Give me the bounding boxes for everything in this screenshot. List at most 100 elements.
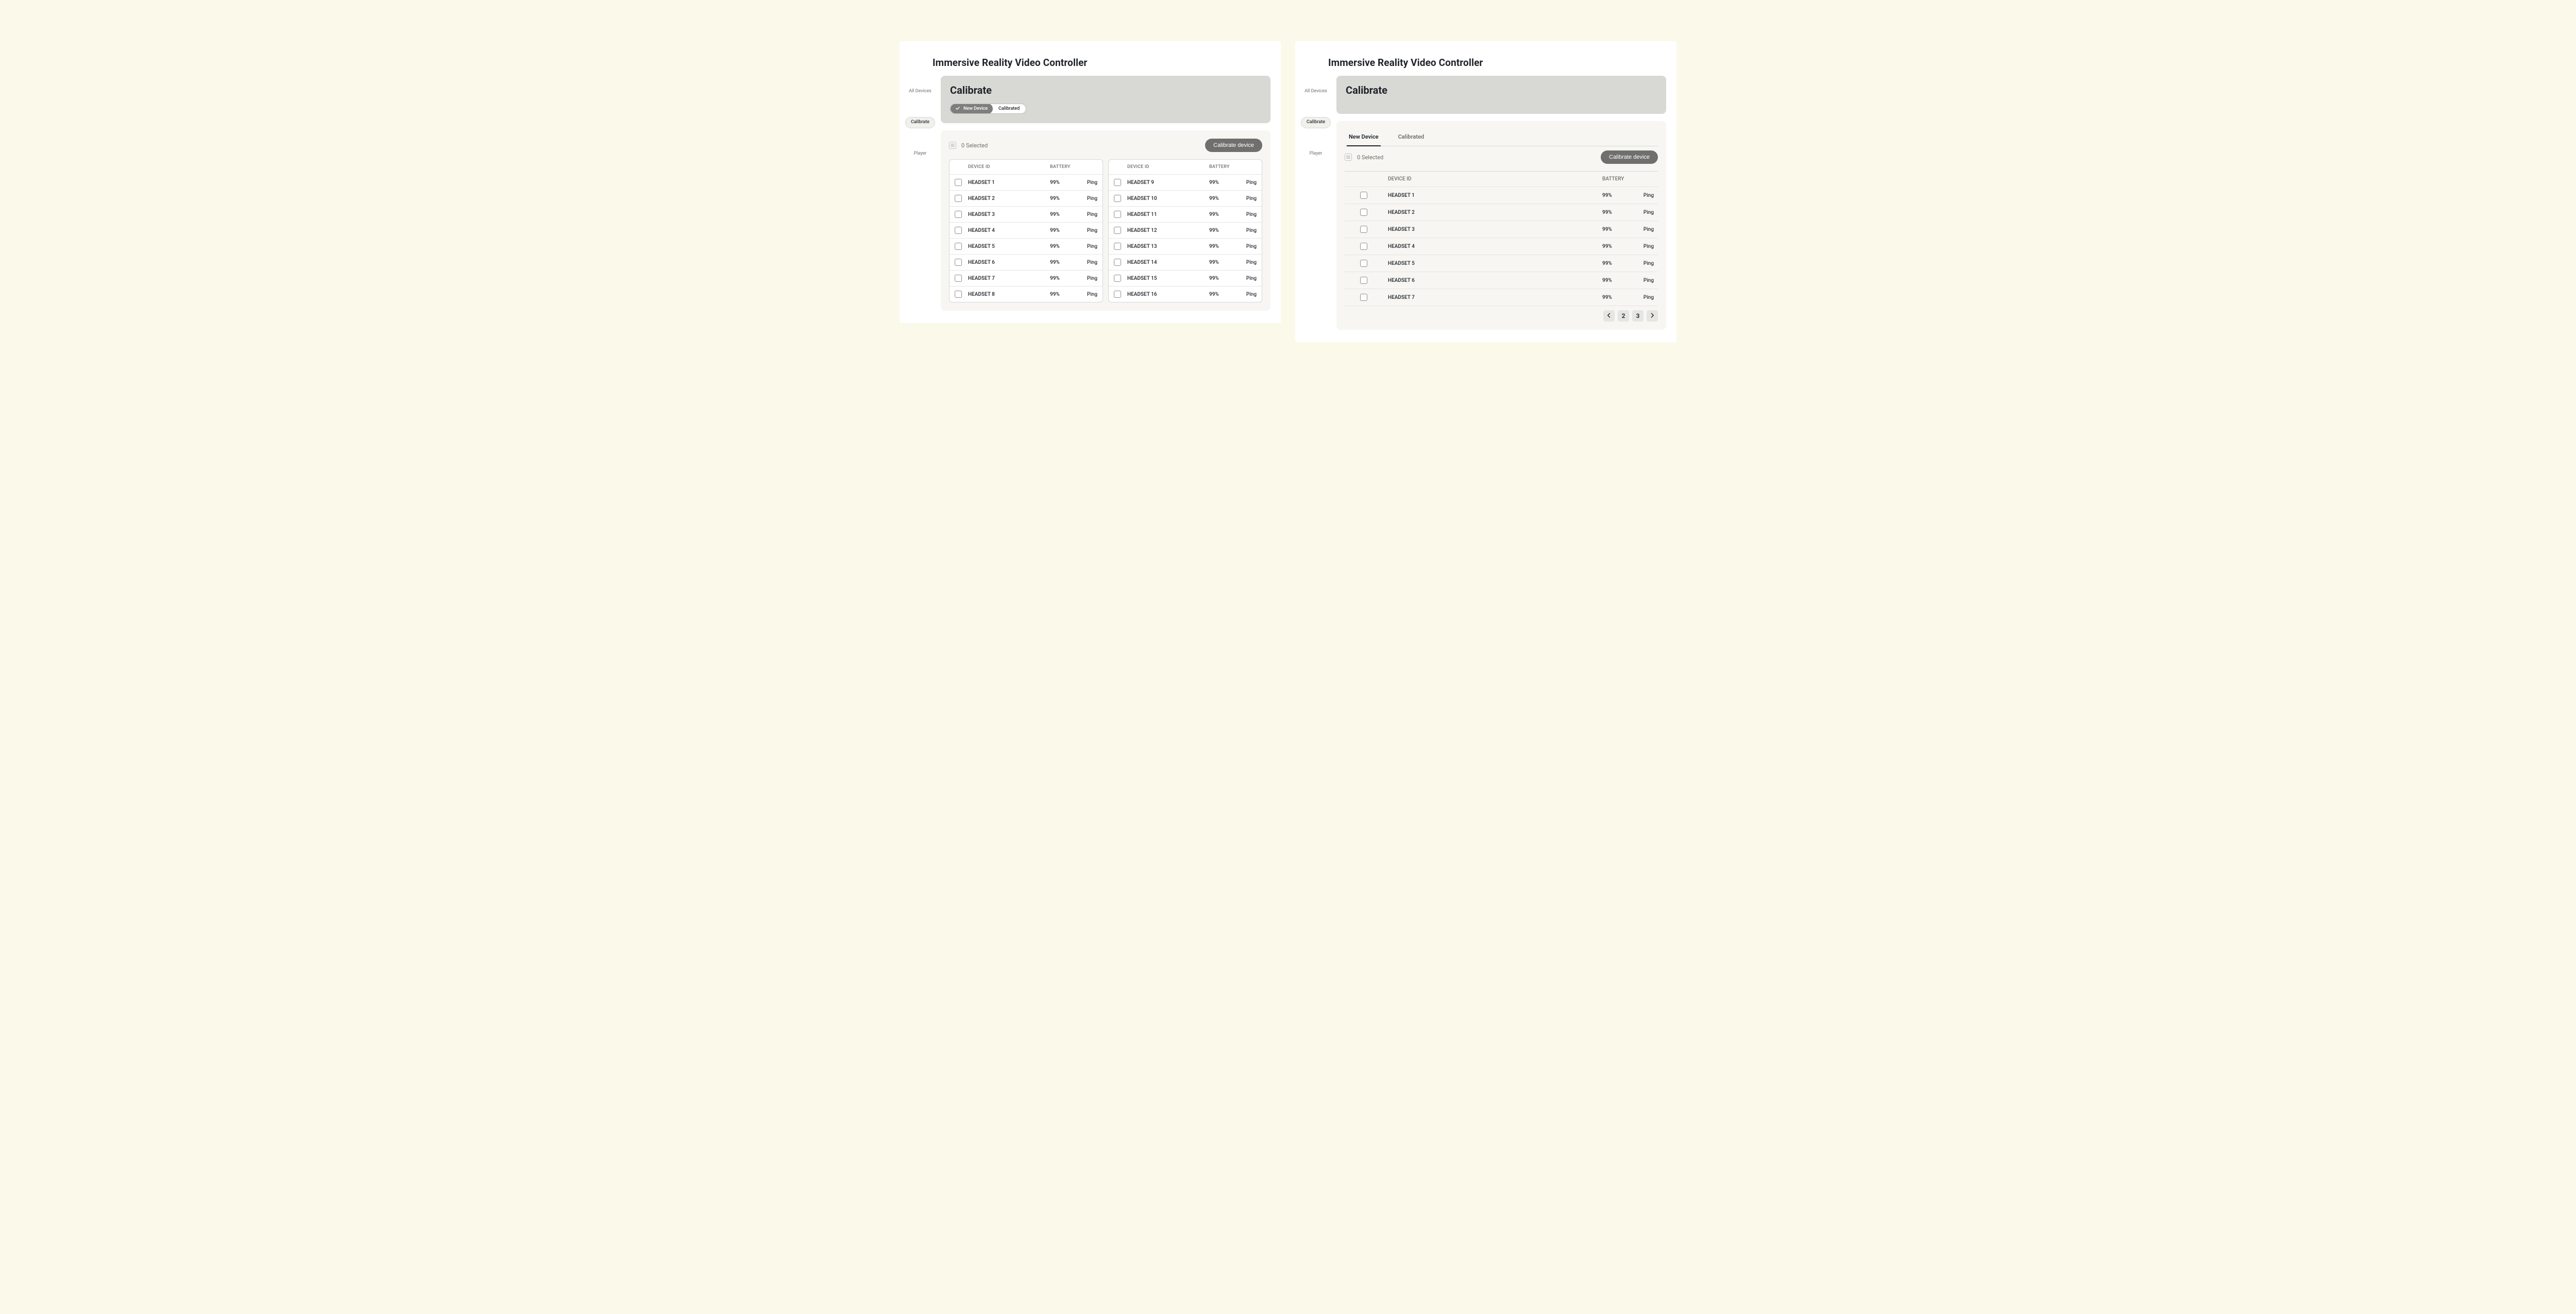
sidebar-item-player[interactable]: Player xyxy=(1310,151,1323,157)
ping-link[interactable]: Ping xyxy=(1236,228,1257,233)
seg-new-device[interactable]: New Device xyxy=(950,104,993,114)
ping-link[interactable]: Ping xyxy=(1633,261,1654,266)
ping-link[interactable]: Ping xyxy=(1633,227,1654,232)
ping-link[interactable]: Ping xyxy=(1077,292,1097,297)
tab-calibrated[interactable]: Calibrated xyxy=(1396,129,1427,146)
ping-link[interactable]: Ping xyxy=(1077,212,1097,217)
row-checkbox[interactable] xyxy=(1114,243,1121,250)
col-device-id: DEVICE ID xyxy=(1127,164,1209,170)
table-row: HEADSET 13 99% Ping xyxy=(1109,239,1262,255)
table-row: HEADSET 3 99% Ping xyxy=(1345,221,1658,238)
row-checkbox[interactable] xyxy=(1360,294,1367,301)
cell-device-id: HEADSET 4 xyxy=(968,228,1050,233)
ping-link[interactable]: Ping xyxy=(1077,180,1097,186)
calibrate-body: 0 Selected Calibrate device DEVICE ID BA… xyxy=(941,130,1270,311)
tab-new-device[interactable]: New Device xyxy=(1347,129,1381,146)
row-checkbox[interactable] xyxy=(1360,226,1367,233)
table-row: HEADSET 6 99% Ping xyxy=(1345,272,1658,289)
row-checkbox[interactable] xyxy=(955,195,962,202)
ping-link[interactable]: Ping xyxy=(1236,196,1257,201)
select-all-checkbox[interactable] xyxy=(949,142,956,149)
cell-battery: 99% xyxy=(1602,278,1633,283)
ping-link[interactable]: Ping xyxy=(1633,210,1654,215)
row-checkbox[interactable] xyxy=(1360,260,1367,267)
col-device-id: DEVICE ID xyxy=(968,164,1050,170)
cell-battery: 99% xyxy=(1209,292,1236,297)
row-checkbox[interactable] xyxy=(1114,259,1121,266)
sidebar-item-all-devices[interactable]: All Devices xyxy=(909,89,931,94)
ping-link[interactable]: Ping xyxy=(1236,292,1257,297)
cell-device-id: HEADSET 6 xyxy=(968,260,1050,265)
row-checkbox[interactable] xyxy=(955,211,962,218)
cell-battery: 99% xyxy=(1050,180,1077,186)
row-checkbox[interactable] xyxy=(1114,227,1121,234)
calibrate-panel-header: Calibrate New Device Calibrated xyxy=(941,76,1270,123)
pager-prev-button[interactable] xyxy=(1603,310,1615,322)
ping-link[interactable]: Ping xyxy=(1077,228,1097,233)
sidebar-item-player[interactable]: Player xyxy=(914,151,927,157)
table-row: HEADSET 1 99% Ping xyxy=(1345,187,1658,204)
row-checkbox[interactable] xyxy=(955,275,962,282)
ping-link[interactable]: Ping xyxy=(1236,180,1257,186)
ping-link[interactable]: Ping xyxy=(1077,196,1097,201)
pager-next-button[interactable] xyxy=(1647,310,1658,322)
row-checkbox[interactable] xyxy=(1360,192,1367,199)
calibrate-device-button[interactable]: Calibrate device xyxy=(1601,150,1658,164)
table-header: DEVICE ID BATTERY xyxy=(950,160,1103,175)
pager-page-button[interactable]: 2 xyxy=(1618,310,1629,322)
selected-count: 0 Selected xyxy=(1357,154,1383,161)
device-table-right: DEVICE ID BATTERY HEADSET 9 99% Ping HEA… xyxy=(1108,159,1262,302)
ping-link[interactable]: Ping xyxy=(1236,276,1257,281)
ping-link[interactable]: Ping xyxy=(1236,212,1257,217)
cell-device-id: HEADSET 3 xyxy=(968,212,1050,217)
cell-device-id: HEADSET 8 xyxy=(968,292,1050,297)
row-checkbox[interactable] xyxy=(1360,243,1367,250)
cell-battery: 99% xyxy=(1209,180,1236,186)
calibrate-device-button[interactable]: Calibrate device xyxy=(1205,139,1262,152)
table-row: HEADSET 6 99% Ping xyxy=(950,255,1103,271)
variant-b-card: All Devices Calibrate Player Immersive R… xyxy=(1295,41,1676,342)
row-checkbox[interactable] xyxy=(1114,275,1121,282)
table-row: HEADSET 7 99% Ping xyxy=(1345,289,1658,306)
ping-link[interactable]: Ping xyxy=(1077,260,1097,265)
sidebar-item-all-devices[interactable]: All Devices xyxy=(1304,89,1327,94)
cell-device-id: HEADSET 14 xyxy=(1127,260,1209,265)
table-row: HEADSET 10 99% Ping xyxy=(1109,191,1262,207)
col-battery: BATTERY xyxy=(1602,176,1633,182)
cell-battery: 99% xyxy=(1050,196,1077,201)
pager-page-button[interactable]: 3 xyxy=(1632,310,1643,322)
ping-link[interactable]: Ping xyxy=(1077,244,1097,249)
row-checkbox[interactable] xyxy=(955,243,962,250)
row-checkbox[interactable] xyxy=(955,291,962,298)
ping-link[interactable]: Ping xyxy=(1236,260,1257,265)
cell-device-id: HEADSET 2 xyxy=(1388,210,1602,215)
selection-summary: 0 Selected xyxy=(1345,154,1383,161)
selection-summary: 0 Selected xyxy=(949,142,988,149)
table-row: HEADSET 4 99% Ping xyxy=(1345,238,1658,255)
ping-link[interactable]: Ping xyxy=(1633,244,1654,249)
select-all-checkbox[interactable] xyxy=(1345,154,1352,161)
row-checkbox[interactable] xyxy=(1114,211,1121,218)
ping-link[interactable]: Ping xyxy=(1633,278,1654,283)
ping-link[interactable]: Ping xyxy=(1077,276,1097,281)
row-checkbox[interactable] xyxy=(1360,209,1367,216)
row-checkbox[interactable] xyxy=(1114,291,1121,298)
ping-link[interactable]: Ping xyxy=(1633,193,1654,198)
sidebar-item-calibrate[interactable]: Calibrate xyxy=(905,117,935,128)
table-row: HEADSET 1 99% Ping xyxy=(950,175,1103,191)
row-checkbox[interactable] xyxy=(955,259,962,266)
row-checkbox[interactable] xyxy=(1114,179,1121,186)
table-row: HEADSET 11 99% Ping xyxy=(1109,207,1262,223)
ping-link[interactable]: Ping xyxy=(1236,244,1257,249)
sidebar-item-calibrate[interactable]: Calibrate xyxy=(1301,117,1331,128)
seg-calibrated[interactable]: Calibrated xyxy=(992,104,1026,113)
row-checkbox[interactable] xyxy=(955,227,962,234)
cell-battery: 99% xyxy=(1602,227,1633,232)
row-checkbox[interactable] xyxy=(1360,277,1367,284)
device-table-left: DEVICE ID BATTERY HEADSET 1 99% Ping HEA… xyxy=(949,159,1103,302)
table-row: HEADSET 9 99% Ping xyxy=(1109,175,1262,191)
ping-link[interactable]: Ping xyxy=(1633,295,1654,300)
row-checkbox[interactable] xyxy=(955,179,962,186)
col-battery: BATTERY xyxy=(1209,164,1236,170)
row-checkbox[interactable] xyxy=(1114,195,1121,202)
